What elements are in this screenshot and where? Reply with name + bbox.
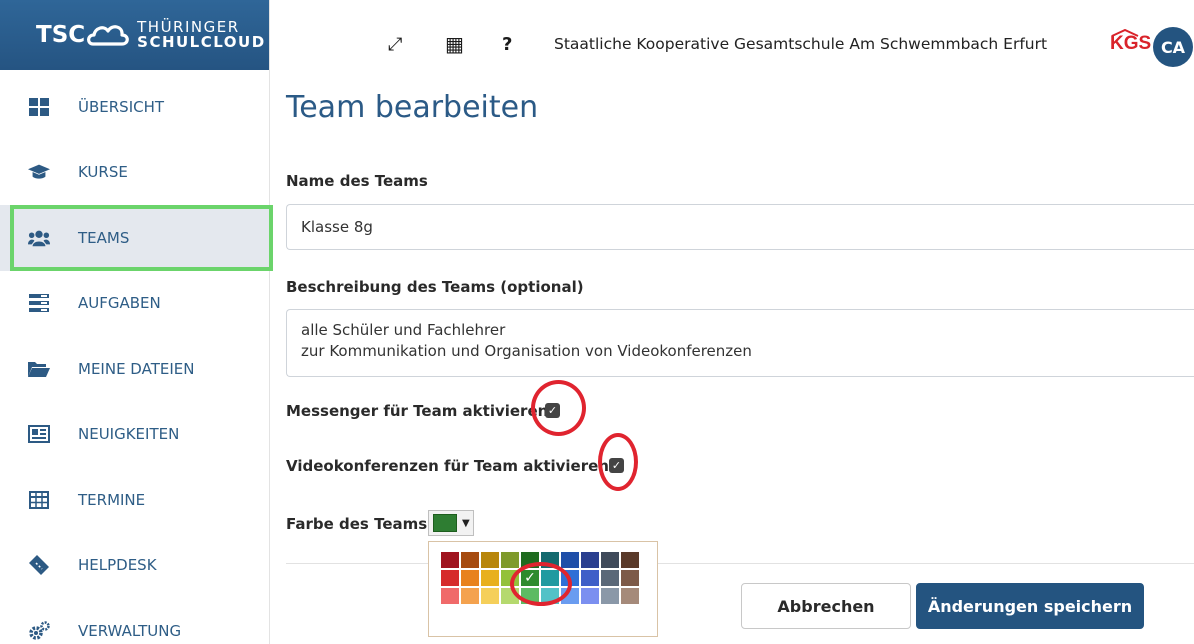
sidebar-item-label: MEINE DATEIEN [78, 359, 195, 378]
fullscreen-icon[interactable]: ⤢ [388, 34, 402, 55]
save-button[interactable]: Änderungen speichern [916, 583, 1144, 629]
sidebar-item-meine-dateien[interactable]: MEINE DATEIEN [0, 336, 269, 402]
chevron-down-icon: ▼ [462, 517, 470, 529]
sidebar-item-helpdesk[interactable]: HELPDESK [0, 533, 269, 599]
sidebar: TSC THÜRINGER SCHULCLOUD ÜBERSICHT KURSE… [0, 0, 273, 644]
folder-icon [28, 358, 50, 380]
avatar[interactable]: CA [1153, 27, 1193, 67]
sidebar-item-kurse[interactable]: KURSE [0, 140, 269, 206]
tasks-icon [28, 292, 50, 314]
color-swatch[interactable] [541, 588, 559, 604]
color-swatch[interactable] [601, 552, 619, 568]
color-swatch[interactable] [501, 588, 519, 604]
color-swatch[interactable] [501, 552, 519, 568]
users-icon [28, 227, 50, 249]
videoconference-checkbox[interactable]: ✓ [609, 458, 624, 473]
team-color-label: Farbe des Teams [286, 515, 428, 533]
color-swatch[interactable] [621, 570, 639, 586]
dashboard-icon [28, 96, 50, 118]
form-divider [286, 563, 1194, 564]
avatar-initials: CA [1160, 37, 1186, 57]
color-swatch[interactable] [441, 552, 459, 568]
cancel-button[interactable]: Abbrechen [741, 583, 911, 629]
color-swatch[interactable] [621, 552, 639, 568]
color-swatch[interactable] [581, 588, 599, 604]
color-swatch[interactable] [521, 588, 539, 604]
color-swatch[interactable] [521, 552, 539, 568]
color-swatch[interactable] [461, 552, 479, 568]
color-swatch[interactable] [561, 552, 579, 568]
ticket-icon [28, 554, 50, 576]
brand-logo[interactable]: TSC THÜRINGER SCHULCLOUD [0, 0, 269, 70]
calendar-table-icon [28, 489, 50, 511]
sidebar-item-label: VERWALTUNG [78, 621, 182, 640]
cogs-icon [28, 620, 50, 642]
palette-row: ✓ [441, 570, 645, 586]
color-swatch[interactable] [441, 588, 459, 604]
videoconference-label: Videokonferenzen für Team aktivieren [286, 457, 609, 475]
color-swatch[interactable] [581, 552, 599, 568]
graduation-cap-icon [28, 161, 50, 183]
color-swatch[interactable] [481, 570, 499, 586]
messenger-checkbox[interactable]: ✓ [545, 403, 560, 418]
sidebar-item-label: NEUIGKEITEN [78, 425, 180, 444]
team-description-label: Beschreibung des Teams (optional) [286, 278, 584, 296]
team-description-textarea[interactable]: alle Schüler und Fachlehrer zur Kommunik… [286, 309, 1194, 377]
sidebar-item-label: TERMINE [78, 490, 146, 509]
color-swatch[interactable] [581, 570, 599, 586]
sidebar-item-label: KURSE [78, 163, 128, 182]
sidebar-item-neuigkeiten[interactable]: NEUIGKEITEN [0, 402, 269, 468]
palette-row [441, 552, 645, 568]
color-swatch[interactable] [601, 570, 619, 586]
current-color-swatch [433, 514, 457, 532]
sidebar-item-uebersicht[interactable]: ÜBERSICHT [0, 74, 269, 140]
brand-line2: SCHULCLOUD [137, 33, 266, 51]
brand-name: THÜRINGER SCHULCLOUD [137, 20, 266, 50]
cloud-icon [87, 25, 129, 46]
color-swatch[interactable] [501, 570, 519, 586]
help-icon[interactable]: ? [502, 34, 512, 55]
color-swatch[interactable] [481, 552, 499, 568]
page-title: Team bearbeiten [286, 90, 539, 125]
color-swatch[interactable] [461, 570, 479, 586]
messenger-label: Messenger für Team aktivieren [286, 402, 549, 420]
team-color-select[interactable]: ▼ [428, 510, 474, 536]
sidebar-nav: ÜBERSICHT KURSE TEAMS AUFGABEN MEINE DAT… [0, 70, 273, 644]
color-swatch[interactable] [441, 570, 459, 586]
team-name-label: Name des Teams [286, 172, 428, 190]
color-swatch[interactable] [561, 588, 579, 604]
color-swatch[interactable] [481, 588, 499, 604]
sidebar-item-verwaltung[interactable]: VERWALTUNG [0, 598, 269, 644]
sidebar-item-label: AUFGABEN [78, 294, 161, 313]
sidebar-item-teams[interactable]: TEAMS [0, 205, 273, 271]
palette-row [441, 588, 645, 604]
sidebar-item-label: TEAMS [78, 228, 130, 247]
color-swatch[interactable] [621, 588, 639, 604]
sidebar-item-aufgaben[interactable]: AUFGABEN [0, 271, 269, 337]
color-swatch-selected[interactable]: ✓ [521, 570, 539, 586]
color-swatch[interactable] [541, 552, 559, 568]
team-name-input[interactable] [286, 204, 1194, 250]
school-name: Staatliche Kooperative Gesamtschule Am S… [554, 35, 1048, 53]
color-palette: ✓ [428, 541, 658, 637]
color-swatch[interactable] [541, 570, 559, 586]
color-swatch[interactable] [461, 588, 479, 604]
qr-code-icon[interactable]: ▦ [445, 32, 464, 56]
sidebar-item-termine[interactable]: TERMINE [0, 467, 269, 533]
brand-abbr: TSC [36, 22, 86, 48]
sidebar-item-label: HELPDESK [78, 556, 157, 575]
newspaper-icon [28, 423, 50, 445]
school-logo: KGS [1110, 33, 1152, 54]
color-swatch[interactable] [601, 588, 619, 604]
sidebar-item-label: ÜBERSICHT [78, 97, 165, 116]
color-swatch[interactable] [561, 570, 579, 586]
